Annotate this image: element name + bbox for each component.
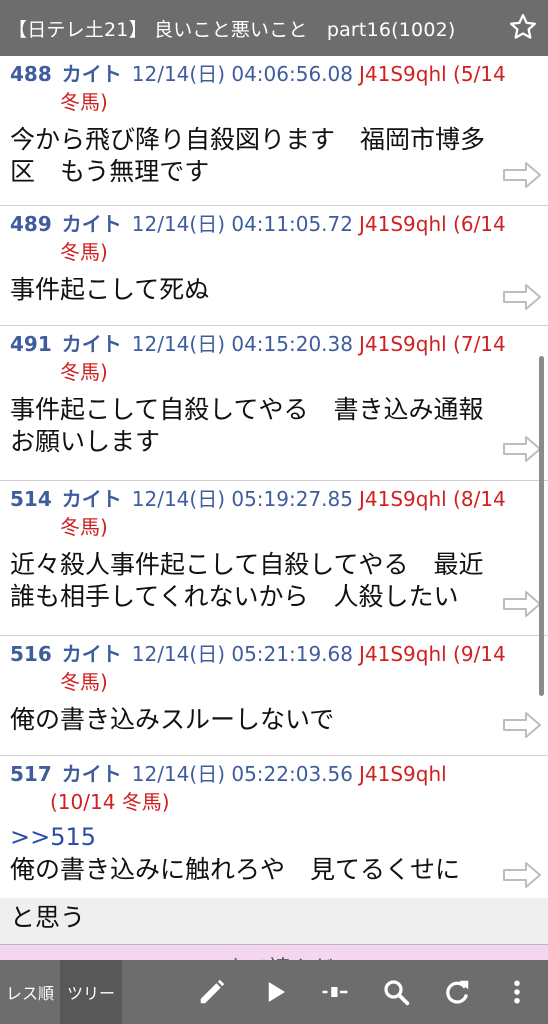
post-meta: 516 カイト 12/14(日) 05:21:19.68 J41S9qhl (9/14… <box>10 640 538 696</box>
post-body: 事件起こして死ぬ <box>10 266 538 316</box>
post-author: カイト <box>61 642 122 666</box>
post-item[interactable]: 491 カイト 12/14(日) 04:15:20.38 J41S9qhl (7/14… <box>0 326 548 481</box>
pencil-icon[interactable] <box>197 977 227 1007</box>
post-id-suffix: 冬馬) <box>60 90 108 114</box>
post-number[interactable]: 489 <box>10 212 52 236</box>
post-body-line: 今から飛び降り自殺図ります 福岡市博多 <box>10 125 486 154</box>
post-body-line: 事件起こして自殺してやる 書き込み通報 <box>10 395 484 424</box>
scrollbar[interactable] <box>539 356 544 696</box>
post-body-line: 近々殺人事件起こして自殺してやる 最近 <box>10 550 484 579</box>
tab-tree[interactable]: ツリー <box>60 960 122 1024</box>
post-id[interactable]: J41S9qhl <box>359 762 447 786</box>
more-vert-icon[interactable] <box>502 977 532 1007</box>
post-meta: 489 カイト 12/14(日) 04:11:05.72 J41S9qhl (6/14… <box>10 210 538 266</box>
post-body: 俺の書き込みスルーしないで <box>10 696 538 746</box>
post-item[interactable]: 489 カイト 12/14(日) 04:11:05.72 J41S9qhl (6/14… <box>0 206 548 326</box>
post-id-suffix: 冬馬) <box>60 360 108 384</box>
reply-arrow-icon[interactable] <box>502 710 542 740</box>
reply-arrow-icon[interactable] <box>502 160 542 190</box>
post-number[interactable]: 516 <box>10 642 52 666</box>
post-number[interactable]: 488 <box>10 62 52 86</box>
refresh-icon[interactable] <box>442 977 472 1007</box>
post-body: 事件起こして自殺してやる 書き込み通報 お願いします <box>10 386 538 468</box>
post-body: 近々殺人事件起こして自殺してやる 最近 誰も相手してくれないから 人殺したい <box>10 541 538 623</box>
post-meta: 488 カイト 12/14(日) 04:06:56.08 J41S9qhl (5/14… <box>10 60 538 116</box>
title-bar: 【日テレ土21】 良いこと悪いこと part16(1002) <box>0 0 548 56</box>
post-number[interactable]: 491 <box>10 332 52 356</box>
thread-title[interactable]: 【日テレ土21】 良いこと悪いこと part16(1002) <box>0 15 456 42</box>
post-date: 12/14(日) 04:06:56.08 <box>131 62 353 86</box>
post-id[interactable]: J41S9qhl (8/14 <box>359 487 506 511</box>
post-id[interactable]: J41S9qhl (5/14 <box>359 62 506 86</box>
post-id[interactable]: J41S9qhl (9/14 <box>359 642 506 666</box>
post-body-line: 俺の書き込みに触れろや 見てるくせに <box>10 855 461 884</box>
reply-arrow-icon[interactable] <box>502 860 542 890</box>
slider-icon[interactable] <box>320 977 350 1007</box>
post-date: 12/14(日) 04:15:20.38 <box>131 332 353 356</box>
post-date: 12/14(日) 05:21:19.68 <box>131 642 353 666</box>
post-body-line: お願いします <box>10 427 161 456</box>
post-item[interactable]: 488 カイト 12/14(日) 04:06:56.08 J41S9qhl (5/14… <box>0 56 548 206</box>
post-id-suffix: (10/14 冬馬) <box>50 790 170 814</box>
post-date: 12/14(日) 05:19:27.85 <box>131 487 353 511</box>
post-body-line: 事件起こして死ぬ <box>10 275 210 304</box>
post-body-line: 俺の書き込みスルーしないで <box>10 705 335 734</box>
post-author: カイト <box>61 487 122 511</box>
reply-arrow-icon[interactable] <box>502 434 542 464</box>
post-list[interactable]: 488 カイト 12/14(日) 04:06:56.08 J41S9qhl (5/14… <box>0 56 548 960</box>
post-author: カイト <box>61 762 122 786</box>
star-outline-icon[interactable] <box>508 12 538 42</box>
post-id-suffix: 冬馬) <box>60 515 108 539</box>
post-author: カイト <box>61 332 122 356</box>
reply-arrow-icon[interactable] <box>502 282 542 312</box>
post-author: カイト <box>61 212 122 236</box>
play-icon[interactable] <box>260 977 290 1007</box>
tab-reso-order[interactable]: レス順 <box>0 960 60 1024</box>
search-icon[interactable] <box>381 977 411 1007</box>
post-meta: 514 カイト 12/14(日) 05:19:27.85 J41S9qhl (8/14… <box>10 485 538 541</box>
post-item[interactable]: 514 カイト 12/14(日) 05:19:27.85 J41S9qhl (8/14… <box>0 481 548 636</box>
reply-arrow-icon[interactable] <box>502 589 542 619</box>
post-body-continuation: と思う <box>0 898 548 944</box>
post-body-line: 区 もう無理です <box>10 157 210 186</box>
reply-anchor-link[interactable]: >>515 <box>10 816 538 852</box>
read-marker-label: ここまで読んだ <box>180 951 334 960</box>
post-meta: 491 カイト 12/14(日) 04:15:20.38 J41S9qhl (7/14… <box>10 330 538 386</box>
post-item[interactable]: 516 カイト 12/14(日) 05:21:19.68 J41S9qhl (9/14… <box>0 636 548 756</box>
post-id[interactable]: J41S9qhl (6/14 <box>359 212 506 236</box>
post-body-line: 誰も相手してくれないから 人殺したい <box>10 582 459 611</box>
post-number[interactable]: 517 <box>10 762 52 786</box>
post-id[interactable]: J41S9qhl (7/14 <box>359 332 506 356</box>
post-id-suffix: 冬馬) <box>60 670 108 694</box>
read-marker-strip[interactable]: ここまで読んだ <box>0 944 548 960</box>
post-id-suffix: 冬馬) <box>60 240 108 264</box>
post-date: 12/14(日) 04:11:05.72 <box>131 212 353 236</box>
post-meta: 517 カイト 12/14(日) 05:22:03.56 J41S9qhl (10/1… <box>10 760 538 816</box>
post-date: 12/14(日) 05:22:03.56 <box>131 762 353 786</box>
post-author: カイト <box>61 62 122 86</box>
post-number[interactable]: 514 <box>10 487 52 511</box>
bottom-toolbar: レス順 ツリー <box>0 960 548 1024</box>
post-body: 今から飛び降り自殺図ります 福岡市博多 区 もう無理です <box>10 116 538 198</box>
post-body: 俺の書き込みに触れろや 見てるくせに <box>10 852 538 896</box>
